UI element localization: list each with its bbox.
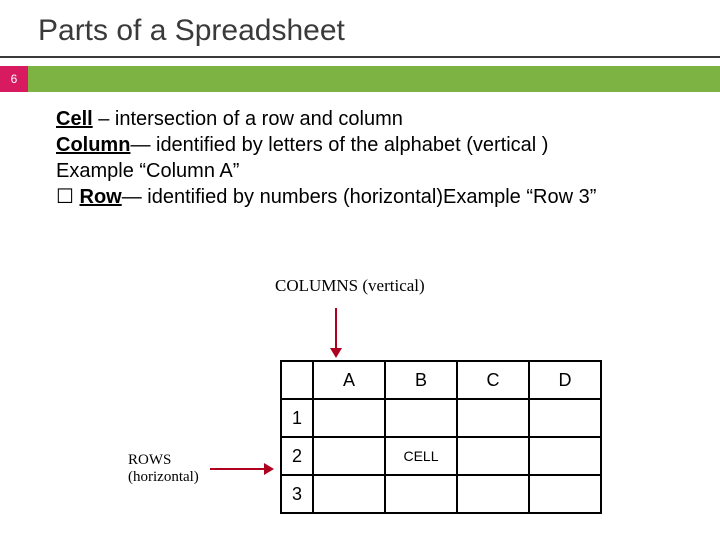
diagram: COLUMNS (vertical) A B C D 1 2 CELL 3: [0, 290, 720, 530]
columns-label: COLUMNS (vertical): [275, 276, 425, 296]
table-row: 1: [281, 399, 601, 437]
rows-label-line1: ROWS: [128, 452, 171, 468]
accent-bar: [28, 66, 720, 92]
col-header: D: [529, 361, 601, 399]
column-rest: — identified by letters of the alphabet …: [130, 134, 548, 156]
col-header: A: [313, 361, 385, 399]
table-row: 3: [281, 475, 601, 513]
grid-cell: [529, 475, 601, 513]
grid-cell: [529, 399, 601, 437]
corner-cell: [281, 361, 313, 399]
column-example: Example “Column A”: [56, 158, 680, 184]
cell-definition: Cell – intersection of a row and column: [56, 106, 680, 132]
grid-cell: [457, 475, 529, 513]
row-header: 1: [281, 399, 313, 437]
rows-label: ROWS (horizontal): [128, 452, 199, 485]
column-definition: Column— identified by letters of the alp…: [56, 132, 680, 158]
cell-rest: – intersection of a row and column: [93, 108, 403, 130]
row-header: 2: [281, 437, 313, 475]
checkbox-icon: ☐: [56, 186, 80, 208]
highlighted-cell: CELL: [385, 437, 457, 475]
slide-title: Parts of a Spreadsheet: [0, 0, 720, 56]
header-bar: 6: [0, 66, 720, 92]
table-row: A B C D: [281, 361, 601, 399]
spreadsheet-grid: A B C D 1 2 CELL 3: [280, 360, 602, 514]
row-header: 3: [281, 475, 313, 513]
grid-cell: [313, 437, 385, 475]
grid-cell: [457, 399, 529, 437]
title-underline: [0, 56, 720, 58]
col-header: C: [457, 361, 529, 399]
body-text: Cell – intersection of a row and column …: [0, 92, 720, 210]
grid-cell: [313, 399, 385, 437]
grid-cell: [385, 399, 457, 437]
rows-label-line2: (horizontal): [128, 469, 199, 485]
table-row: 2 CELL: [281, 437, 601, 475]
row-rest: — identified by numbers (horizontal)Exam…: [122, 186, 597, 208]
col-header: B: [385, 361, 457, 399]
grid-cell: [385, 475, 457, 513]
row-definition: ☐ Row— identified by numbers (horizontal…: [56, 184, 680, 210]
page-number-badge: 6: [0, 66, 28, 92]
grid-cell: [457, 437, 529, 475]
row-term: Row: [80, 186, 122, 208]
grid-cell: [313, 475, 385, 513]
grid-cell: [529, 437, 601, 475]
column-term: Column: [56, 134, 130, 156]
cell-term: Cell: [56, 108, 93, 130]
arrow-down-icon: [335, 308, 337, 356]
arrow-right-icon: [210, 468, 272, 470]
